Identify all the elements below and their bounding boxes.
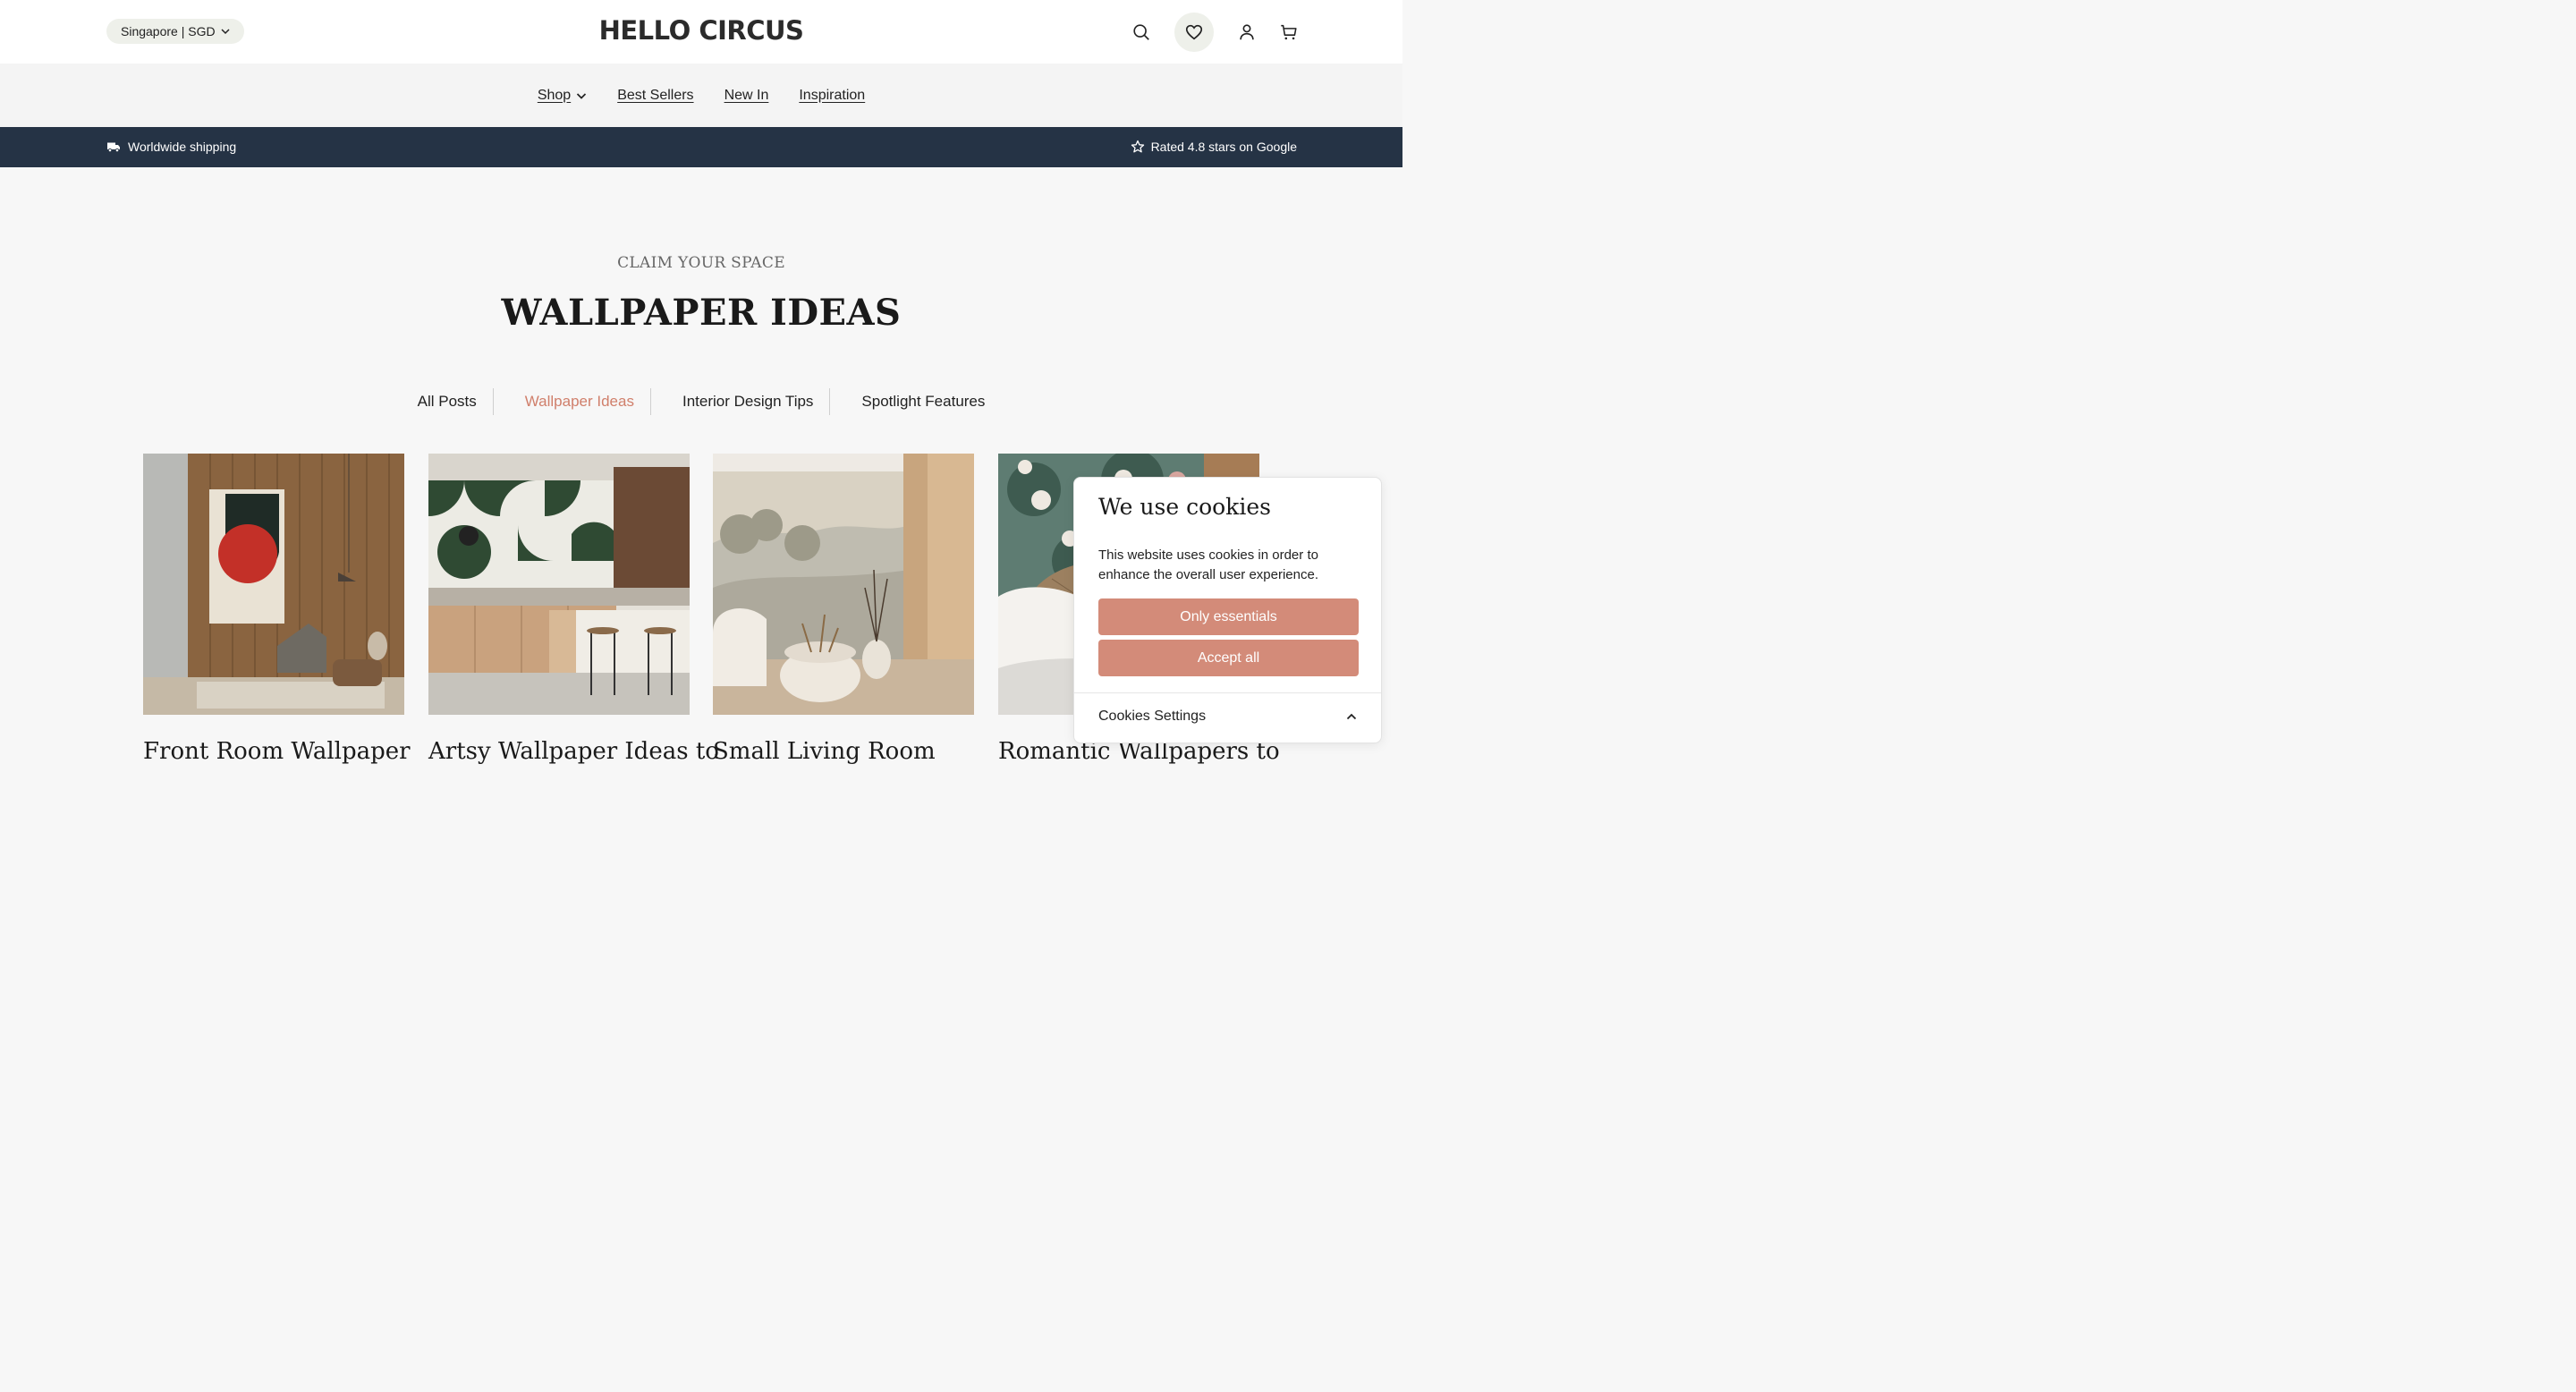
cookie-consent-dialog: We use cookies This website uses cookies…	[1073, 477, 1382, 743]
post-card[interactable]: Small Living Room	[713, 454, 974, 765]
search-button[interactable]	[1122, 13, 1161, 52]
site-header: Singapore | SGD HELLO CIRCUS	[0, 0, 1402, 64]
truck-icon	[107, 142, 120, 153]
post-card[interactable]: Front Room Wallpaper	[143, 454, 411, 765]
accept-all-button[interactable]: Accept all	[1098, 640, 1359, 676]
post-card[interactable]: Artsy Wallpaper Ideas to	[428, 454, 719, 765]
shipping-text: Worldwide shipping	[128, 140, 237, 154]
shipping-notice: Worldwide shipping	[106, 140, 236, 154]
tab-wallpaper-ideas[interactable]: Wallpaper Ideas	[494, 388, 651, 415]
tab-spotlight-features[interactable]: Spotlight Features	[830, 388, 1001, 415]
post-image[interactable]	[143, 454, 404, 715]
chevron-up-icon	[1346, 713, 1357, 720]
account-icon	[1240, 24, 1254, 40]
nav-item-inspiration[interactable]: Inspiration	[799, 88, 865, 104]
account-button[interactable]	[1227, 13, 1267, 52]
post-image[interactable]	[428, 454, 690, 715]
nav-item-new-in[interactable]: New In	[724, 88, 769, 104]
rating-notice: Rated 4.8 stars on Google	[1131, 140, 1297, 154]
tab-interior-design-tips[interactable]: Interior Design Tips	[651, 388, 831, 415]
wishlist-button[interactable]	[1174, 13, 1214, 52]
cookie-heading: We use cookies	[1098, 494, 1271, 520]
promo-bar: Worldwide shipping Rated 4.8 stars on Go…	[0, 127, 1402, 167]
nav-item-shop[interactable]: Shop	[538, 88, 587, 104]
nav-item-label: Shop	[537, 87, 572, 103]
cart-icon	[1281, 24, 1297, 40]
cart-button[interactable]	[1269, 13, 1309, 52]
cookie-settings-toggle[interactable]: Cookies Settings	[1098, 709, 1358, 725]
cookie-settings-label: Cookies Settings	[1098, 709, 1207, 724]
search-icon	[1133, 24, 1149, 40]
tab-all-posts[interactable]: All Posts	[402, 388, 494, 415]
divider	[1074, 692, 1381, 693]
rating-text: Rated 4.8 stars on Google	[1150, 140, 1297, 154]
post-title[interactable]: Small Living Room	[713, 738, 974, 765]
star-icon	[1131, 140, 1144, 153]
chevron-down-icon	[577, 92, 587, 99]
nav-item-best-sellers[interactable]: Best Sellers	[617, 88, 693, 104]
category-tabs: All Posts Wallpaper Ideas Interior Desig…	[0, 388, 1402, 415]
only-essentials-button[interactable]: Only essentials	[1098, 598, 1359, 635]
page-title: WALLPAPER IDEAS	[501, 292, 902, 334]
main-nav: Shop Best Sellers New In Inspiration	[0, 64, 1402, 127]
post-title[interactable]: Artsy Wallpaper Ideas to	[428, 738, 719, 765]
heart-icon	[1185, 24, 1203, 40]
post-title[interactable]: Front Room Wallpaper	[143, 738, 411, 765]
post-image[interactable]	[713, 454, 974, 715]
cookie-description: This website uses cookies in order to en…	[1098, 547, 1318, 582]
page-eyebrow: CLAIM YOUR SPACE	[617, 254, 785, 272]
